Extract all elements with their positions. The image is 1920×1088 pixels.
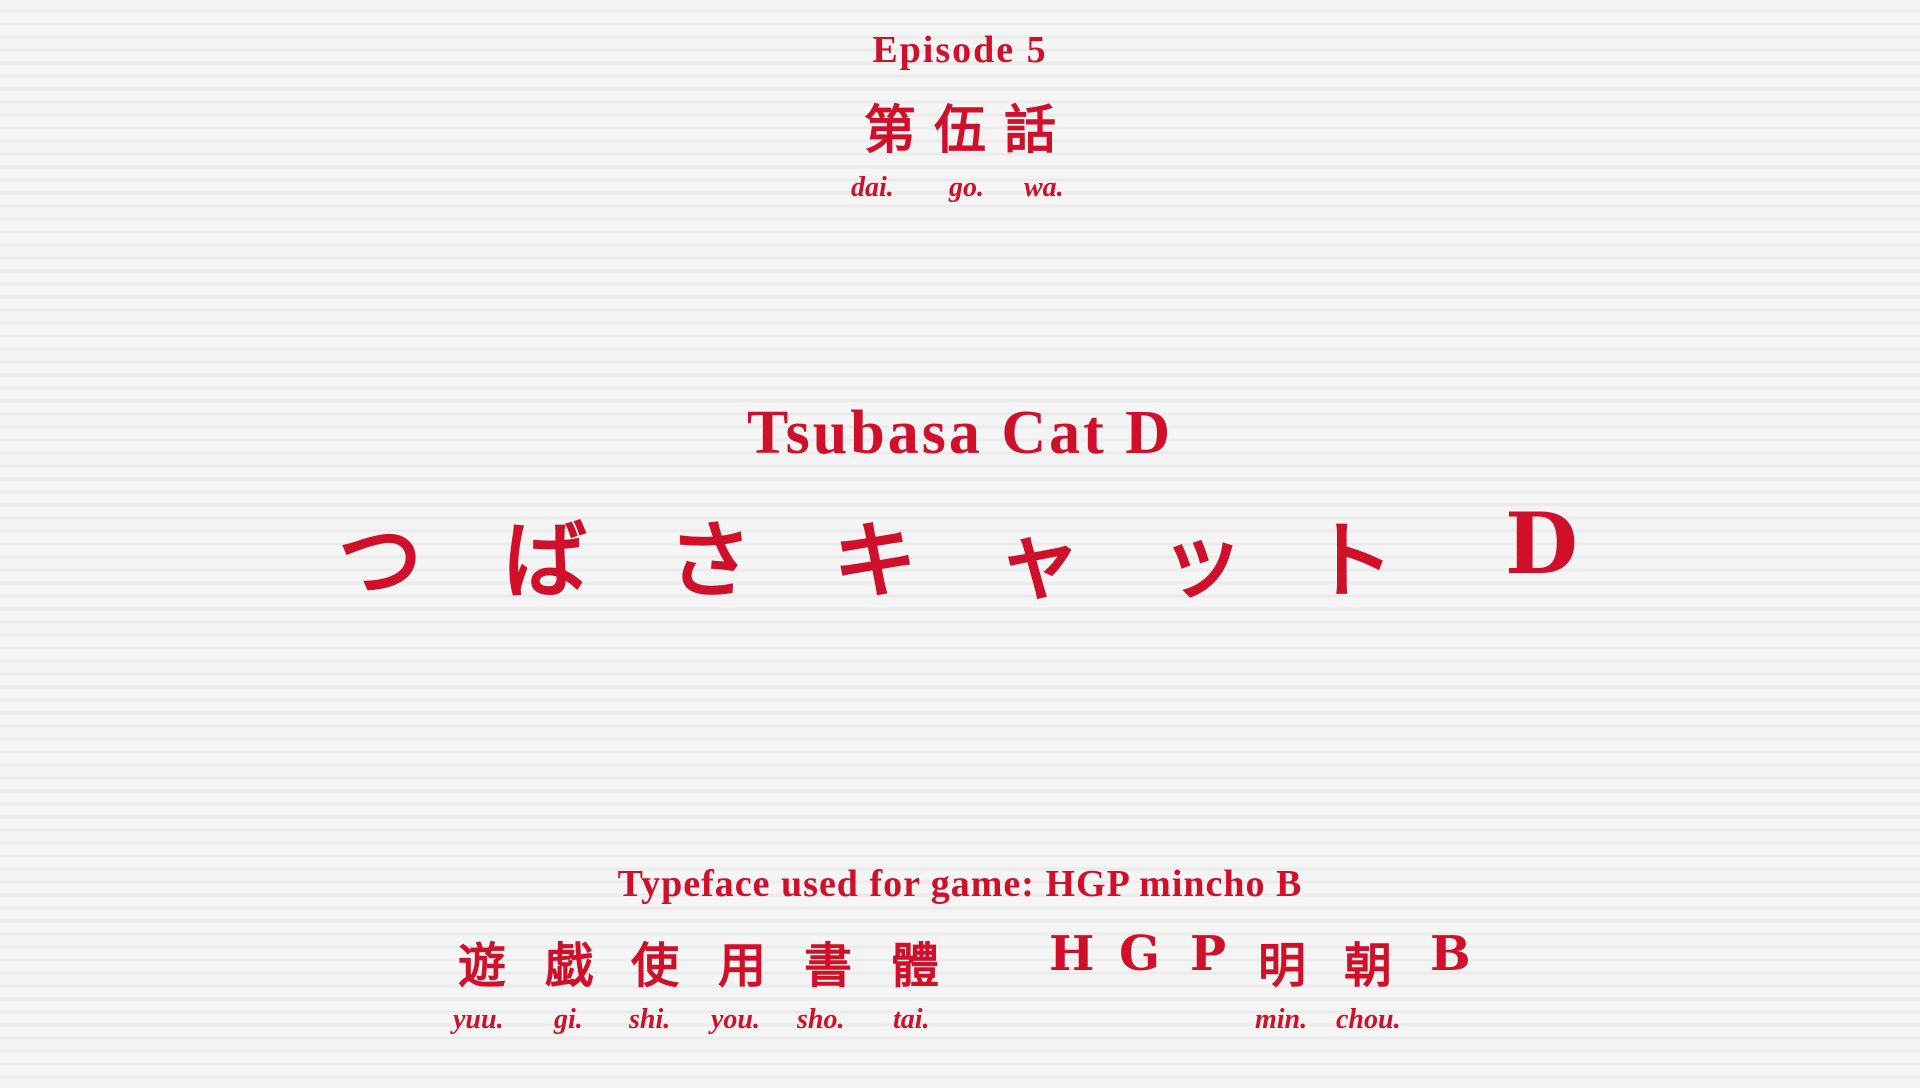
episode-title-kana: つ ば さ キ ャ ッ ト D xyxy=(0,494,1920,610)
romaji-syllable: gi. xyxy=(554,1004,583,1035)
romaji-syllable: you. xyxy=(711,1004,760,1035)
romaji-syllable: sho. xyxy=(797,1004,845,1035)
title-kana-char: ト xyxy=(1310,511,1395,610)
title-kana-char: ば xyxy=(503,511,588,610)
typeface-char: 朝 xyxy=(1344,938,1393,994)
title-kana-char: ッ xyxy=(1160,511,1245,610)
typeface-char: 用 xyxy=(718,938,767,994)
typeface-char: H xyxy=(1049,926,1095,982)
typeface-char: 遊 xyxy=(458,938,507,994)
title-kana-char: キ xyxy=(833,511,918,610)
romaji-syllable: wa. xyxy=(1024,172,1064,203)
typeface-char: 使 xyxy=(631,938,680,994)
romaji-syllable: go. xyxy=(949,172,984,203)
typeface-char: 體 xyxy=(891,938,940,994)
romaji-syllable: min. xyxy=(1255,1004,1308,1035)
typeface-char: G xyxy=(1119,926,1160,982)
typeface-romaji: yuu. gi. shi. you. sho. tai. min. chou. xyxy=(0,1004,1920,1044)
romaji-syllable: shi. xyxy=(629,1004,671,1035)
title-kana-char: ャ xyxy=(997,511,1082,610)
typeface-english: Typeface used for game: HGP mincho B xyxy=(617,863,1303,905)
typeface-char: 戯 xyxy=(545,938,594,994)
title-kana-char: D xyxy=(1505,494,1578,593)
episode-romaji: dai. go. wa. xyxy=(0,172,1920,212)
typeface-char: B xyxy=(1430,926,1471,982)
romaji-syllable: dai. xyxy=(851,172,894,203)
romaji-syllable: yuu. xyxy=(453,1004,504,1035)
romaji-syllable: tai. xyxy=(893,1004,930,1035)
typeface-char: P xyxy=(1190,926,1227,982)
typeface-kanji: 遊 戯 使 用 書 體 H G P 明 朝 B xyxy=(0,926,1920,994)
episode-title-english: Tsubasa Cat D xyxy=(746,399,1174,467)
typeface-char: 明 xyxy=(1258,938,1307,994)
title-kana-char: つ xyxy=(338,511,423,610)
title-kana-char: さ xyxy=(668,511,753,610)
typeface-char: 書 xyxy=(804,938,853,994)
romaji-syllable: chou. xyxy=(1336,1004,1401,1035)
episode-kanji: 第 伍 話 xyxy=(863,100,1057,161)
episode-label: Episode 5 xyxy=(872,29,1048,71)
title-card: Episode 5 第 伍 話 dai. go. wa. Tsubasa Cat… xyxy=(0,0,1920,1088)
